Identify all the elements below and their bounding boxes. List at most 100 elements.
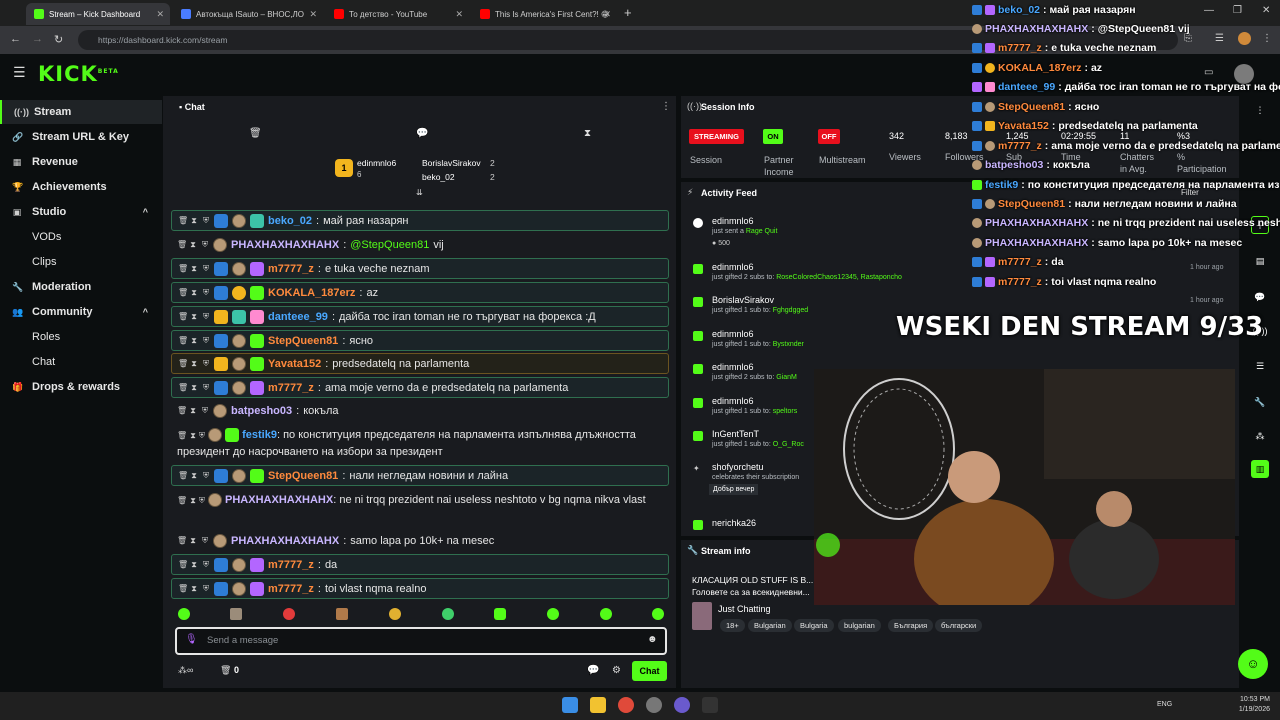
stream-tag[interactable]: български (935, 619, 983, 632)
emote-icon[interactable] (336, 608, 348, 620)
chevron-up-icon[interactable]: ^ (143, 307, 148, 317)
scroll-down-icon[interactable]: ⇊ (416, 188, 423, 197)
sidebar-item-chat[interactable]: Chat (0, 350, 162, 374)
taskbar-clock[interactable]: 10:53 PM 1/19/2026 (1210, 695, 1270, 715)
chat-message[interactable]: 🗑 ⧗ ⛨ m7777_z: e tuka veche neznam (171, 258, 669, 279)
emote-icon[interactable] (283, 608, 295, 620)
sidebar-item-achievements[interactable]: 🏆 Achievements (0, 175, 162, 199)
stream-tag[interactable]: Bulgaria (794, 619, 834, 632)
kick-logo[interactable]: KICKBETA (38, 62, 119, 86)
stream-tag[interactable]: Bulgarian (748, 619, 792, 632)
chat-message[interactable]: 🗑 ⧗ ⛨ PHAXHAXHAXHAHX: @StepQueen81 vij (171, 234, 669, 255)
chat-message[interactable]: 🗑 ⧗ ⛨ batpesho03: кокъла (171, 400, 669, 421)
emoji-icon[interactable]: ☻ (647, 634, 658, 645)
more-options-icon[interactable]: ⋮ (1251, 101, 1269, 119)
tab-youtube-america[interactable]: This Is America's First Cent?! 😁 ✕ (472, 3, 617, 25)
close-tab-icon[interactable]: ✕ (156, 9, 164, 20)
hamburger-menu-icon[interactable]: ☰ (13, 64, 26, 81)
sidebar-item-drops-rewards[interactable]: 🎁 Drops & rewards (0, 375, 162, 399)
nodes-icon[interactable]: ⁂ (1251, 427, 1269, 445)
sidebar-item-studio[interactable]: ▣ Studio ^ (0, 200, 162, 224)
discord-icon[interactable] (674, 697, 690, 713)
support-chat-icon[interactable]: ☺ (1238, 649, 1268, 679)
back-arrow-icon[interactable]: ← (10, 33, 21, 45)
chat-message[interactable]: 🗑 ⧗ ⛨ m7777_z: toi vlast nqma realno (171, 578, 669, 599)
hourglass-icon[interactable]: ⧗ (584, 128, 591, 139)
terminal-icon[interactable] (702, 697, 718, 713)
sidebar-item-stream[interactable]: ((·)) Stream (0, 100, 162, 124)
close-window-icon[interactable]: ✕ (1262, 5, 1270, 16)
category-name[interactable]: Just Chatting (718, 604, 771, 614)
emote-icon[interactable] (652, 608, 664, 620)
close-tab-icon[interactable]: ✕ (603, 9, 611, 20)
forward-arrow-icon[interactable]: → (32, 33, 43, 45)
language-indicator[interactable]: ENG (1157, 701, 1172, 708)
moderator-badge-icon (214, 380, 228, 395)
close-tab-icon[interactable]: ✕ (309, 9, 317, 20)
obs-icon[interactable] (646, 697, 662, 713)
wrench-icon[interactable]: 🔧 (1251, 393, 1269, 411)
sidebar-item-revenue[interactable]: ▦ Revenue (0, 150, 162, 174)
stream-tag[interactable]: 18+ (720, 619, 745, 632)
stack-icon[interactable]: ☰ (1251, 357, 1269, 375)
sidebar-item-vods[interactable]: VODs (0, 225, 162, 249)
microphone-icon[interactable]: 🎙 (185, 634, 198, 645)
file-explorer-icon[interactable] (590, 697, 606, 713)
chart-icon[interactable]: ▥ (1251, 460, 1269, 478)
emote-icon[interactable] (178, 608, 190, 620)
stream-tag[interactable]: bulgarian (838, 619, 881, 632)
chevron-up-icon[interactable]: ^ (143, 207, 148, 217)
emote-icon[interactable] (600, 608, 612, 620)
chat-message[interactable]: 🗑 ⧗ ⛨ beko_02: май рая назарян (171, 210, 669, 231)
maximize-window-icon[interactable]: ❐ (1233, 5, 1242, 16)
chat-message[interactable]: 🗑 ⧗ ⛨ PHAXHAXHAXHAHX: ne ni trqq prezide… (171, 489, 669, 527)
chat-message[interactable]: 🗑 ⧗ ⛨ StepQueen81: ясно (171, 330, 669, 351)
emote-icon[interactable] (230, 608, 242, 620)
tab-kick-dashboard[interactable]: Stream – Kick Dashboard ✕ (26, 3, 170, 25)
sidebar-item-stream-url-key[interactable]: 🔗 Stream URL & Key (0, 125, 162, 149)
chat-message[interactable]: 🗑 ⧗ ⛨ festik9: по конституция председате… (171, 424, 669, 462)
profile-avatar[interactable] (1238, 32, 1251, 45)
extensions-icon[interactable]: ☰ (1215, 33, 1224, 44)
stream-tag[interactable]: България (888, 619, 934, 632)
chat-input[interactable]: Send a message (175, 627, 667, 655)
sidebar-item-roles[interactable]: Roles (0, 325, 162, 349)
chrome-icon[interactable] (618, 697, 634, 713)
reload-icon[interactable]: ↻ (54, 33, 63, 46)
close-tab-icon[interactable]: ✕ (455, 9, 463, 20)
tab-isauto[interactable]: Автокъща ISauto – ВНОС,ЛО ✕ (173, 3, 323, 25)
send-chat-button[interactable]: Chat (632, 661, 667, 681)
page-icon[interactable]: ▤ (1251, 252, 1269, 270)
sidebar-item-clips[interactable]: Clips (0, 250, 162, 274)
emote-icon[interactable] (389, 608, 401, 620)
browser-menu-icon[interactable]: ⋮ (1262, 33, 1272, 44)
tab-youtube-detstvo[interactable]: То детство - YouTube ✕ (326, 3, 469, 25)
timeout-icon: ⧗ (191, 382, 197, 392)
cast-icon[interactable]: ▭ (1204, 67, 1213, 78)
chat-bubble-icon[interactable]: 💬 (416, 128, 428, 139)
windows-start-icon[interactable] (562, 697, 578, 713)
sidebar-item-community[interactable]: 👥 Community ^ (0, 300, 162, 324)
chat-message[interactable]: 🗑 ⧗ ⛨ StepQueen81: нали негледам новини и л… (171, 465, 669, 486)
chat-message[interactable]: 🗑 ⧗ ⛨ PHAXHAXHAXHAHX: samo lapa po 10k+ na … (171, 530, 669, 551)
trash-icon[interactable]: 🗑 (249, 128, 262, 139)
chat-message[interactable]: 🗑 ⧗ ⛨ danteee_99: дайба тос iran toman не г… (171, 306, 669, 327)
emote-icon[interactable] (494, 608, 506, 620)
chat-bubble-icon[interactable]: 💬 (1251, 288, 1269, 306)
chat-message[interactable]: 🗑 ⧗ ⛨ m7777_z: da (171, 554, 669, 575)
avatar (213, 403, 227, 418)
wrench-icon: 🔧 (12, 281, 24, 292)
minimize-window-icon[interactable]: — (1204, 5, 1214, 16)
emote-icon[interactable] (442, 608, 454, 620)
multistream-badge[interactable]: OFF (818, 129, 840, 144)
sidebar-item-moderation[interactable]: 🔧 Moderation (0, 275, 162, 299)
chat-message[interactable]: 🗑 ⧗ ⛨ KOKALA_187erz: az (171, 282, 669, 303)
chat-message[interactable]: 🗑 ⧗ ⛨ Yavata152: predsedatelq na parlamenta (171, 353, 669, 374)
chat-bubble-icon[interactable]: 💬 (587, 665, 599, 676)
emote-icon[interactable] (547, 608, 559, 620)
gear-icon[interactable]: ⚙ (612, 665, 621, 676)
partner-income-badge[interactable]: ON (763, 129, 783, 144)
chat-options-icon[interactable]: ⋮ (661, 101, 671, 112)
chat-message[interactable]: 🗑 ⧗ ⛨ m7777_z: ama moje verno da e predseda… (171, 377, 669, 398)
new-tab-button[interactable]: + (624, 5, 632, 20)
